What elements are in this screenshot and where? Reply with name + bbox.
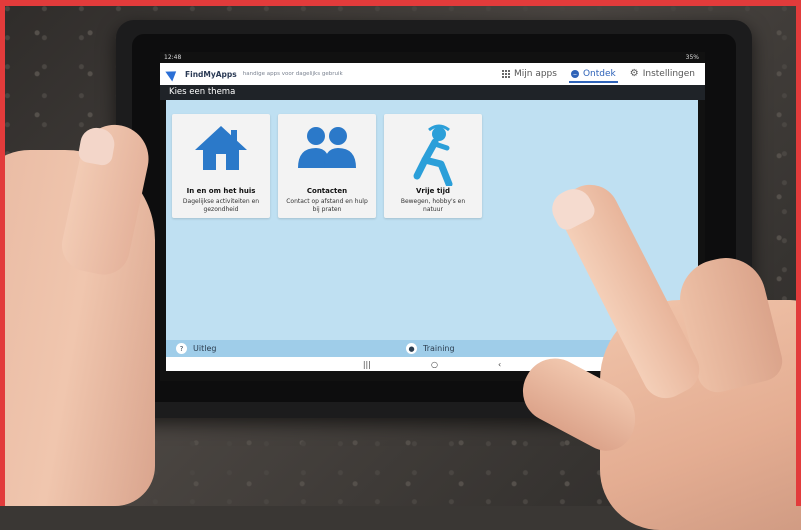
training-label: Training — [423, 344, 455, 353]
uitleg-button[interactable]: ? Uitleg — [176, 343, 216, 354]
section-title: Kies een thema — [160, 85, 705, 100]
app-header: FindMyApps handige apps voor dagelijks g… — [160, 63, 705, 85]
tab-instellingen[interactable]: ⚙ Instellingen — [630, 63, 695, 85]
tab-mijn-apps[interactable]: Mijn apps — [502, 63, 557, 85]
back-button[interactable]: ‹ — [498, 360, 501, 369]
app-tagline: handige apps voor dagelijks gebruik — [242, 71, 343, 77]
theme-description: Bewegen, hobby's en natuur — [400, 198, 466, 213]
grid-icon — [502, 70, 510, 78]
theme-title: Vrije tijd — [415, 187, 450, 195]
recents-button[interactable]: ||| — [363, 360, 371, 369]
app-name: FindMyApps — [185, 69, 237, 79]
tab-ontdek[interactable]: Ontdek — [568, 63, 618, 85]
people-icon — [278, 124, 376, 174]
uitleg-label: Uitleg — [193, 344, 217, 353]
house-icon — [172, 124, 270, 174]
training-button[interactable]: ● Training — [406, 343, 455, 354]
main-nav: Mijn apps Ontdek ⚙ Instellingen — [502, 63, 695, 85]
theme-card-vrije-tijd[interactable]: Vrije tijd Bewegen, hobby's en natuur — [384, 114, 482, 218]
status-time: 12:48 — [164, 54, 182, 61]
tab-label: Ontdek — [582, 69, 616, 79]
theme-description: Dagelijkse activiteiten en gezondheid — [182, 198, 260, 213]
theme-card-contacten[interactable]: Contacten Contact op afstand en hulp bij… — [278, 114, 376, 218]
status-bar: 12:48 35% — [160, 52, 705, 63]
home-button[interactable]: ○ — [431, 360, 438, 369]
help-icon: ? — [176, 343, 187, 354]
compass-icon — [570, 70, 579, 78]
theme-title: Contacten — [306, 187, 348, 195]
theme-card-huis[interactable]: In en om het huis Dagelijkse activiteite… — [172, 114, 270, 218]
tab-label: Instellingen — [642, 69, 695, 79]
status-battery: 35% — [685, 54, 699, 61]
theme-title: In en om het huis — [186, 187, 256, 195]
theme-description: Contact op afstand en hulp bij praten — [286, 198, 368, 213]
findmyapps-logo-icon — [165, 66, 180, 82]
relaxing-person-icon — [384, 124, 482, 186]
gear-icon: ⚙ — [629, 68, 639, 79]
person-icon: ● — [406, 343, 417, 354]
tab-label: Mijn apps — [514, 69, 557, 79]
